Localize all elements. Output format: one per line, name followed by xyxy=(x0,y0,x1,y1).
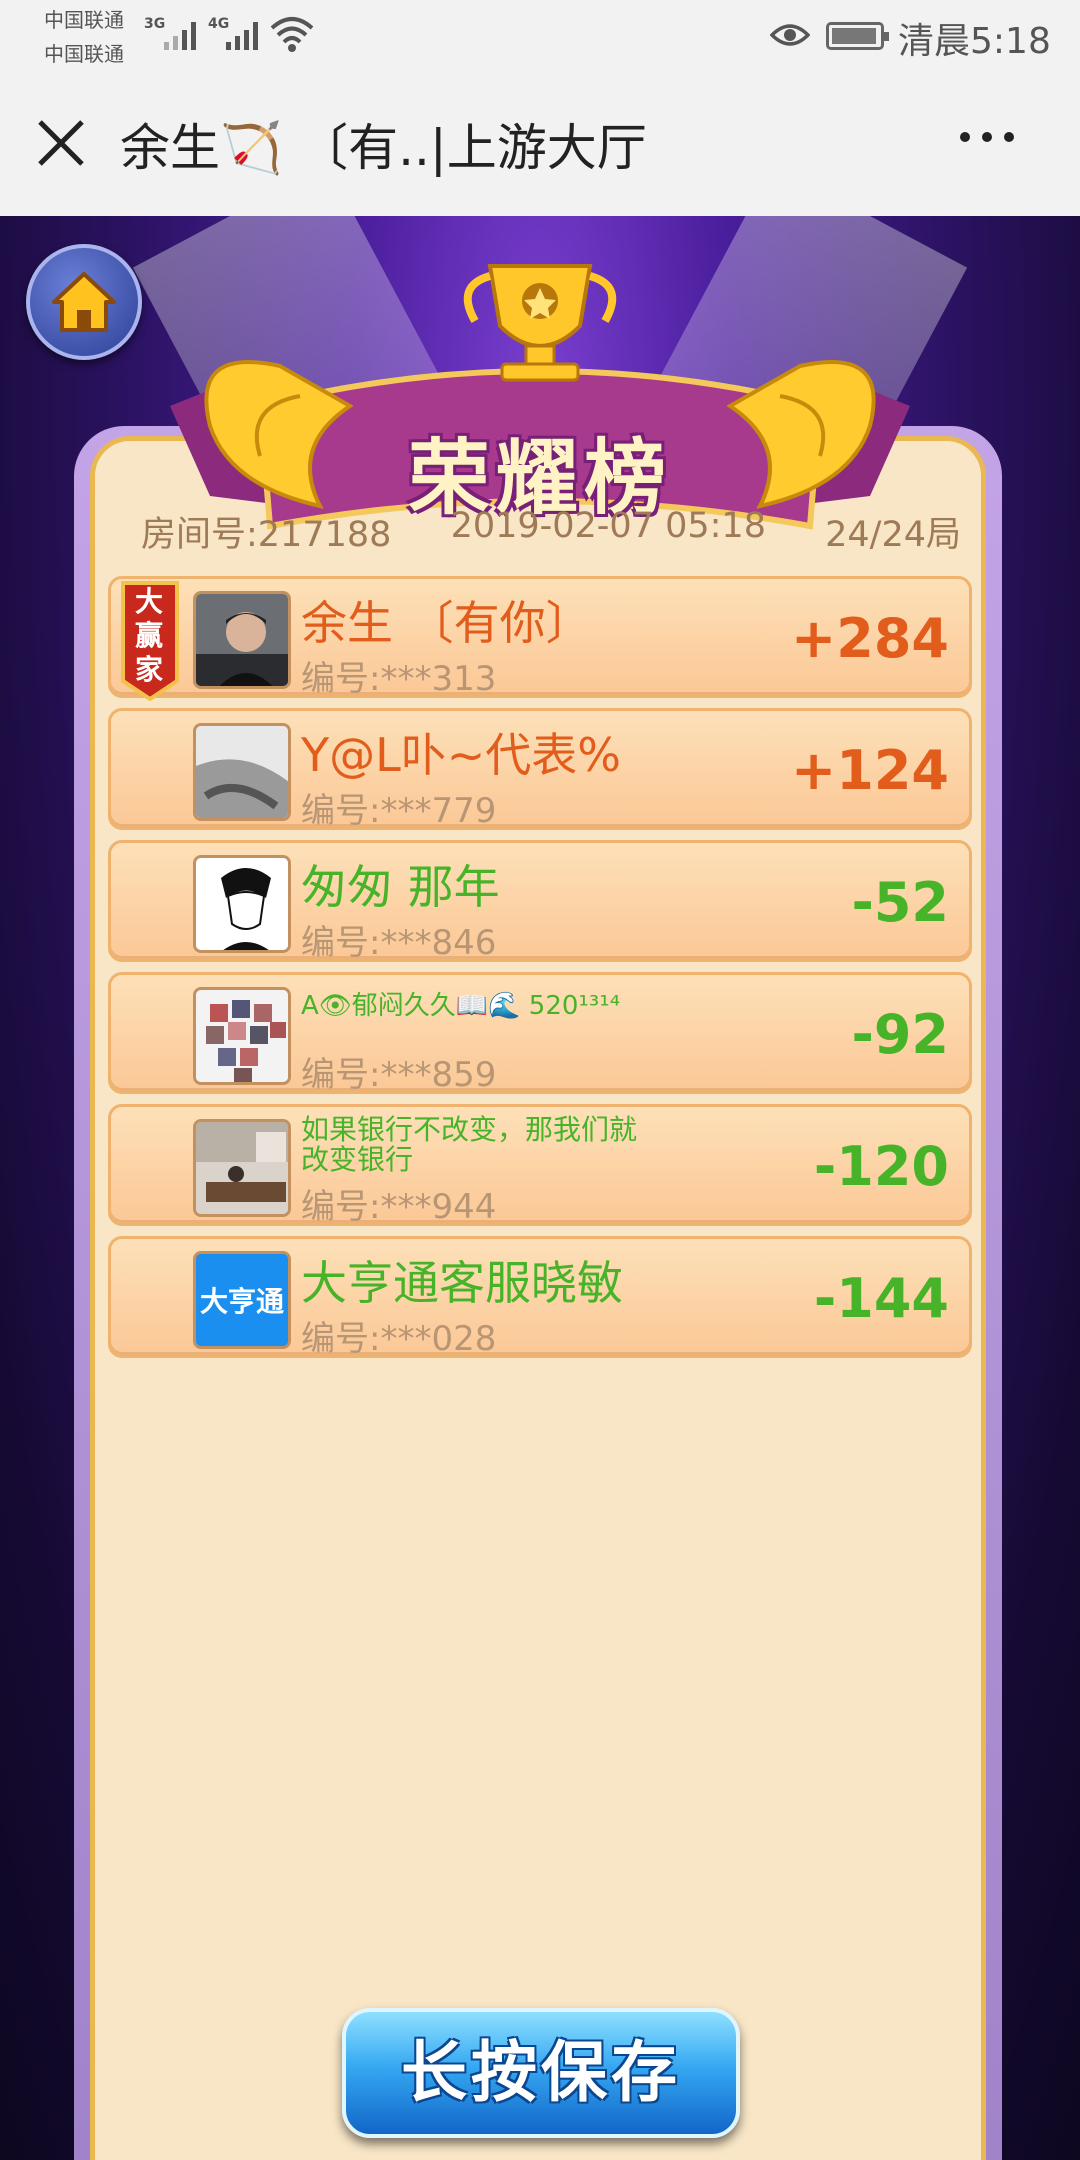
player-row: 大赢家 余生 〔有你〕 编号:***313 +284 xyxy=(108,576,972,701)
more-icon[interactable] xyxy=(960,132,1024,152)
player-row: 匆匆 那年 编号:***846 -52 xyxy=(108,840,972,963)
signal-icon xyxy=(164,20,196,50)
save-button[interactable]: 长按保存 xyxy=(342,2008,740,2138)
wifi-icon xyxy=(270,17,314,52)
game-screen: 荣耀榜 房间号:217188 2019-02-07 05:18 24/24局 大… xyxy=(0,216,1080,2160)
title-bar: 余生🏹 〔有..|上游大厅 xyxy=(0,70,1080,216)
player-name: Y@L卟~代表% xyxy=(301,728,621,782)
avatar-logo-text: 大亨通 xyxy=(199,1285,284,1318)
player-id: 编号:***028 xyxy=(301,1319,497,1359)
player-id: 编号:***944 xyxy=(301,1187,497,1227)
player-name: 如果银行不改变，那我们就改变银行 xyxy=(301,1113,638,1176)
home-button[interactable] xyxy=(26,244,142,360)
player-score: -144 xyxy=(813,1267,949,1330)
avatar xyxy=(193,1119,291,1217)
close-icon[interactable] xyxy=(32,114,90,172)
eye-icon xyxy=(770,24,810,46)
round-count: 24/24局 xyxy=(825,515,961,555)
player-name: A👁郁闷久久📖🌊 520¹³¹⁴ xyxy=(301,991,621,1021)
carrier-label-1: 中国联通 xyxy=(44,8,124,32)
game-datetime: 2019-02-07 05:18 xyxy=(450,506,766,546)
network-type-1: 3G xyxy=(144,16,166,32)
player-row: 如果银行不改变，那我们就改变银行 编号:***944 -120 xyxy=(108,1104,972,1227)
player-score: -120 xyxy=(813,1135,949,1198)
player-row: Y@L卟~代表% 编号:***779 +124 xyxy=(108,708,972,831)
clock: 清晨5:18 xyxy=(898,21,1051,62)
avatar: 大亨通 xyxy=(193,1251,291,1349)
player-id: 编号:***313 xyxy=(301,659,497,699)
player-score: -52 xyxy=(851,871,949,934)
carrier-label-2: 中国联通 xyxy=(44,42,124,66)
player-id: 编号:***859 xyxy=(301,1055,497,1095)
avatar xyxy=(193,591,291,689)
avatar xyxy=(193,855,291,953)
page-title: 余生🏹 〔有..|上游大厅 xyxy=(120,119,647,177)
player-name: 余生 〔有你〕 xyxy=(301,596,592,650)
status-bar: 中国联通 中国联通 3G 4G 清晨5:18 xyxy=(0,0,1080,70)
home-icon xyxy=(52,272,116,332)
signal-icon xyxy=(226,20,258,50)
player-score: -92 xyxy=(851,1003,949,1066)
player-name: 匆匆 那年 xyxy=(301,860,500,914)
room-number: 房间号:217188 xyxy=(141,515,392,555)
player-name: 大亨通客服晓敏 xyxy=(301,1256,623,1310)
avatar xyxy=(193,723,291,821)
player-row: 大亨通 大亨通客服晓敏 编号:***028 -144 xyxy=(108,1236,972,1359)
player-score: +284 xyxy=(791,607,949,670)
player-row: A👁郁闷久久📖🌊 520¹³¹⁴ 编号:***859 -92 xyxy=(108,972,972,1095)
player-id: 编号:***779 xyxy=(301,791,497,831)
room-info-row: 房间号:217188 2019-02-07 05:18 24/24局 xyxy=(141,506,961,557)
player-score: +124 xyxy=(791,739,949,802)
battery-icon xyxy=(826,22,889,50)
winner-badge-label: 大赢家 xyxy=(134,585,163,686)
player-id: 编号:***846 xyxy=(301,923,497,963)
avatar xyxy=(193,987,291,1085)
